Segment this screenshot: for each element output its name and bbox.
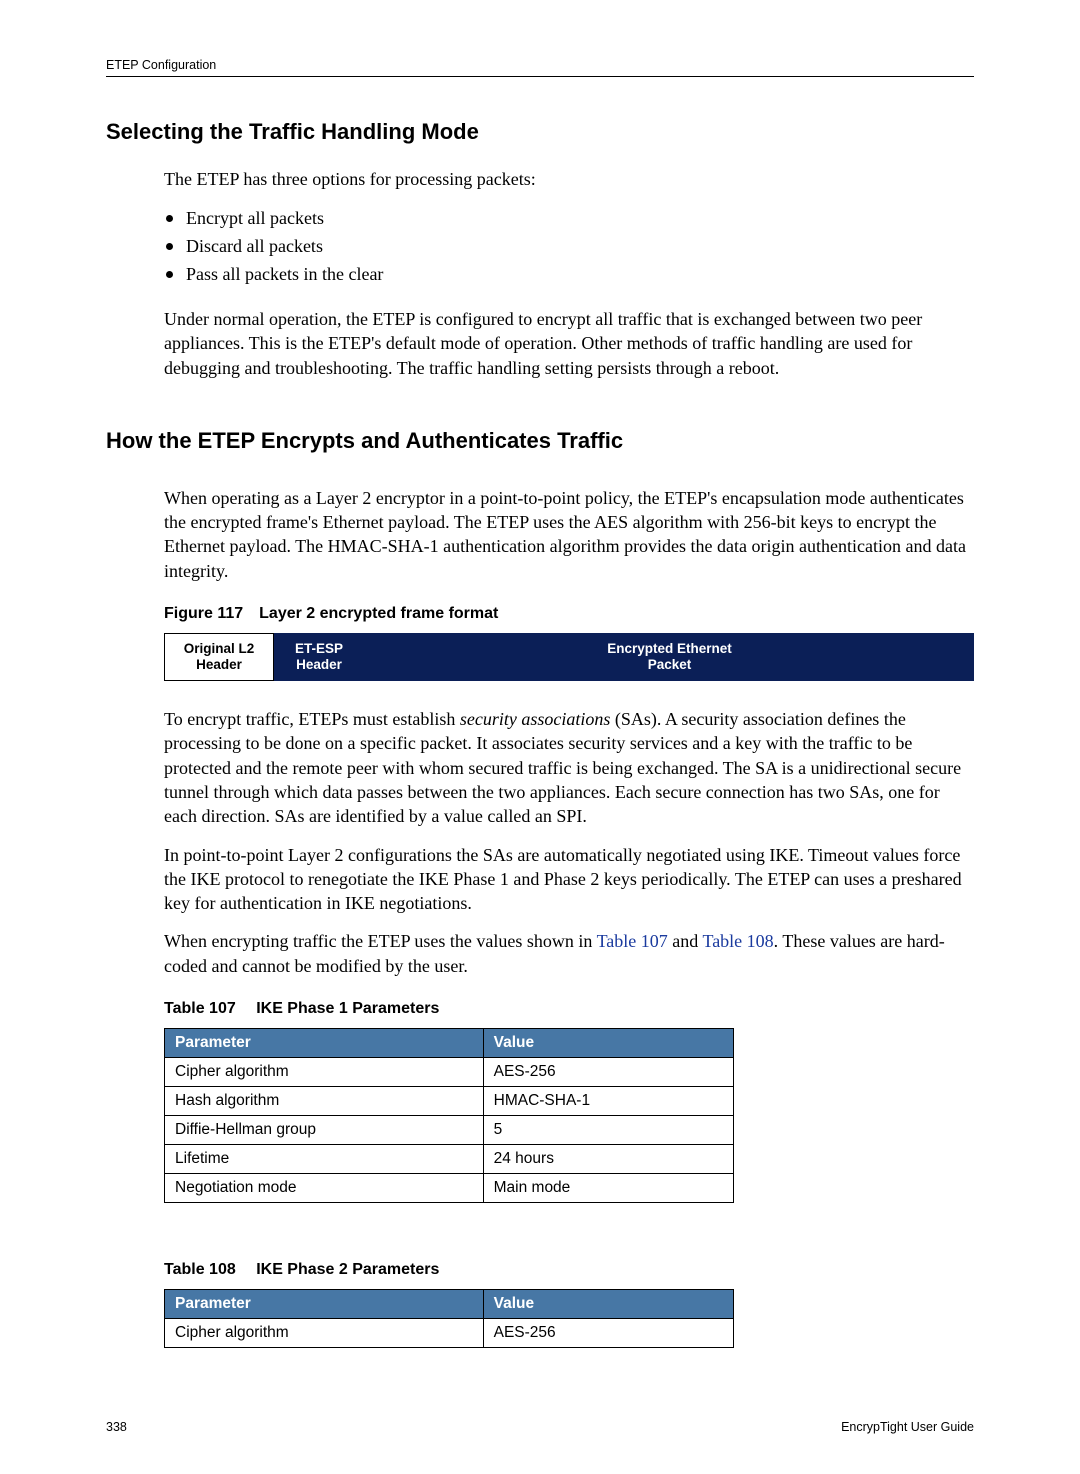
table-108: Parameter Value Cipher algorithm AES-256 [164,1289,734,1348]
figure-117-frame: Original L2 Header ET-ESP Header Encrypt… [164,633,974,681]
cell-param: Hash algorithm [165,1087,484,1116]
cell-param: Diffie-Hellman group [165,1116,484,1145]
column-header: Value [483,1029,733,1058]
frame-original-header: Original L2 Header [164,633,274,681]
table-row: Lifetime 24 hours [165,1145,734,1174]
breadcrumb: ETEP Configuration [106,58,216,72]
page-header: ETEP Configuration [106,58,974,77]
heading-encrypts-auth: How the ETEP Encrypts and Authenticates … [106,428,974,454]
page-number: 338 [106,1420,127,1434]
frame-label: Encrypted Ethernet [365,641,974,657]
cell-value: Main mode [483,1174,733,1203]
frame-label: Packet [365,657,974,673]
section1-intro: The ETEP has three options for processin… [164,167,974,191]
column-header: Value [483,1290,733,1319]
section1-body: The ETEP has three options for processin… [106,167,974,380]
page-footer: 338 EncrypTight User Guide [106,1420,974,1434]
table-row: Cipher algorithm AES-256 [165,1058,734,1087]
section2-sa-para: To encrypt traffic, ETEPs must establish… [164,707,974,828]
frame-label: Original L2 [165,641,273,657]
list-item: Pass all packets in the clear [164,261,974,289]
cell-value: AES-256 [483,1319,733,1348]
heading-traffic-mode: Selecting the Traffic Handling Mode [106,119,974,145]
table-row: Diffie-Hellman group 5 [165,1116,734,1145]
link-table-107[interactable]: Table 107 [597,931,668,951]
cell-value: 5 [483,1116,733,1145]
column-header: Parameter [165,1290,484,1319]
table-row: Cipher algorithm AES-256 [165,1319,734,1348]
text: When encrypting traffic the ETEP uses th… [164,931,597,951]
text: To encrypt traffic, ETEPs must establish [164,709,460,729]
table-header-row: Parameter Value [165,1029,734,1058]
cell-param: Negotiation mode [165,1174,484,1203]
cell-param: Lifetime [165,1145,484,1174]
cell-value: 24 hours [483,1145,733,1174]
frame-encrypted-packet: Encrypted Ethernet Packet [364,633,974,681]
table-row: Negotiation mode Main mode [165,1174,734,1203]
cell-param: Cipher algorithm [165,1319,484,1348]
cell-param: Cipher algorithm [165,1058,484,1087]
frame-label: ET-ESP [274,641,364,657]
frame-etesp-header: ET-ESP Header [274,633,364,681]
table-107-caption: Table 107 IKE Phase 1 Parameters [164,1000,974,1018]
cell-value: AES-256 [483,1058,733,1087]
list-item: Encrypt all packets [164,205,974,233]
section1-para2: Under normal operation, the ETEP is conf… [164,307,974,380]
italic-term: security associations [460,709,611,729]
link-table-108[interactable]: Table 108 [702,931,773,951]
table-row: Hash algorithm HMAC-SHA-1 [165,1087,734,1116]
frame-label: Header [274,657,364,673]
section2-body: When operating as a Layer 2 encryptor in… [106,486,974,1348]
table-107: Parameter Value Cipher algorithm AES-256… [164,1028,734,1203]
traffic-options-list: Encrypt all packets Discard all packets … [164,205,974,289]
section2-tables-para: When encrypting traffic the ETEP uses th… [164,929,974,978]
doc-title: EncrypTight User Guide [841,1420,974,1434]
frame-label: Header [165,657,273,673]
text: and [668,931,703,951]
section2-ike-para: In point-to-point Layer 2 configurations… [164,843,974,916]
section2-intro: When operating as a Layer 2 encryptor in… [164,486,974,583]
cell-value: HMAC-SHA-1 [483,1087,733,1116]
table-header-row: Parameter Value [165,1290,734,1319]
column-header: Parameter [165,1029,484,1058]
table-108-caption: Table 108 IKE Phase 2 Parameters [164,1261,974,1279]
list-item: Discard all packets [164,233,974,261]
figure-117-caption: Figure 117 Layer 2 encrypted frame forma… [164,605,974,623]
